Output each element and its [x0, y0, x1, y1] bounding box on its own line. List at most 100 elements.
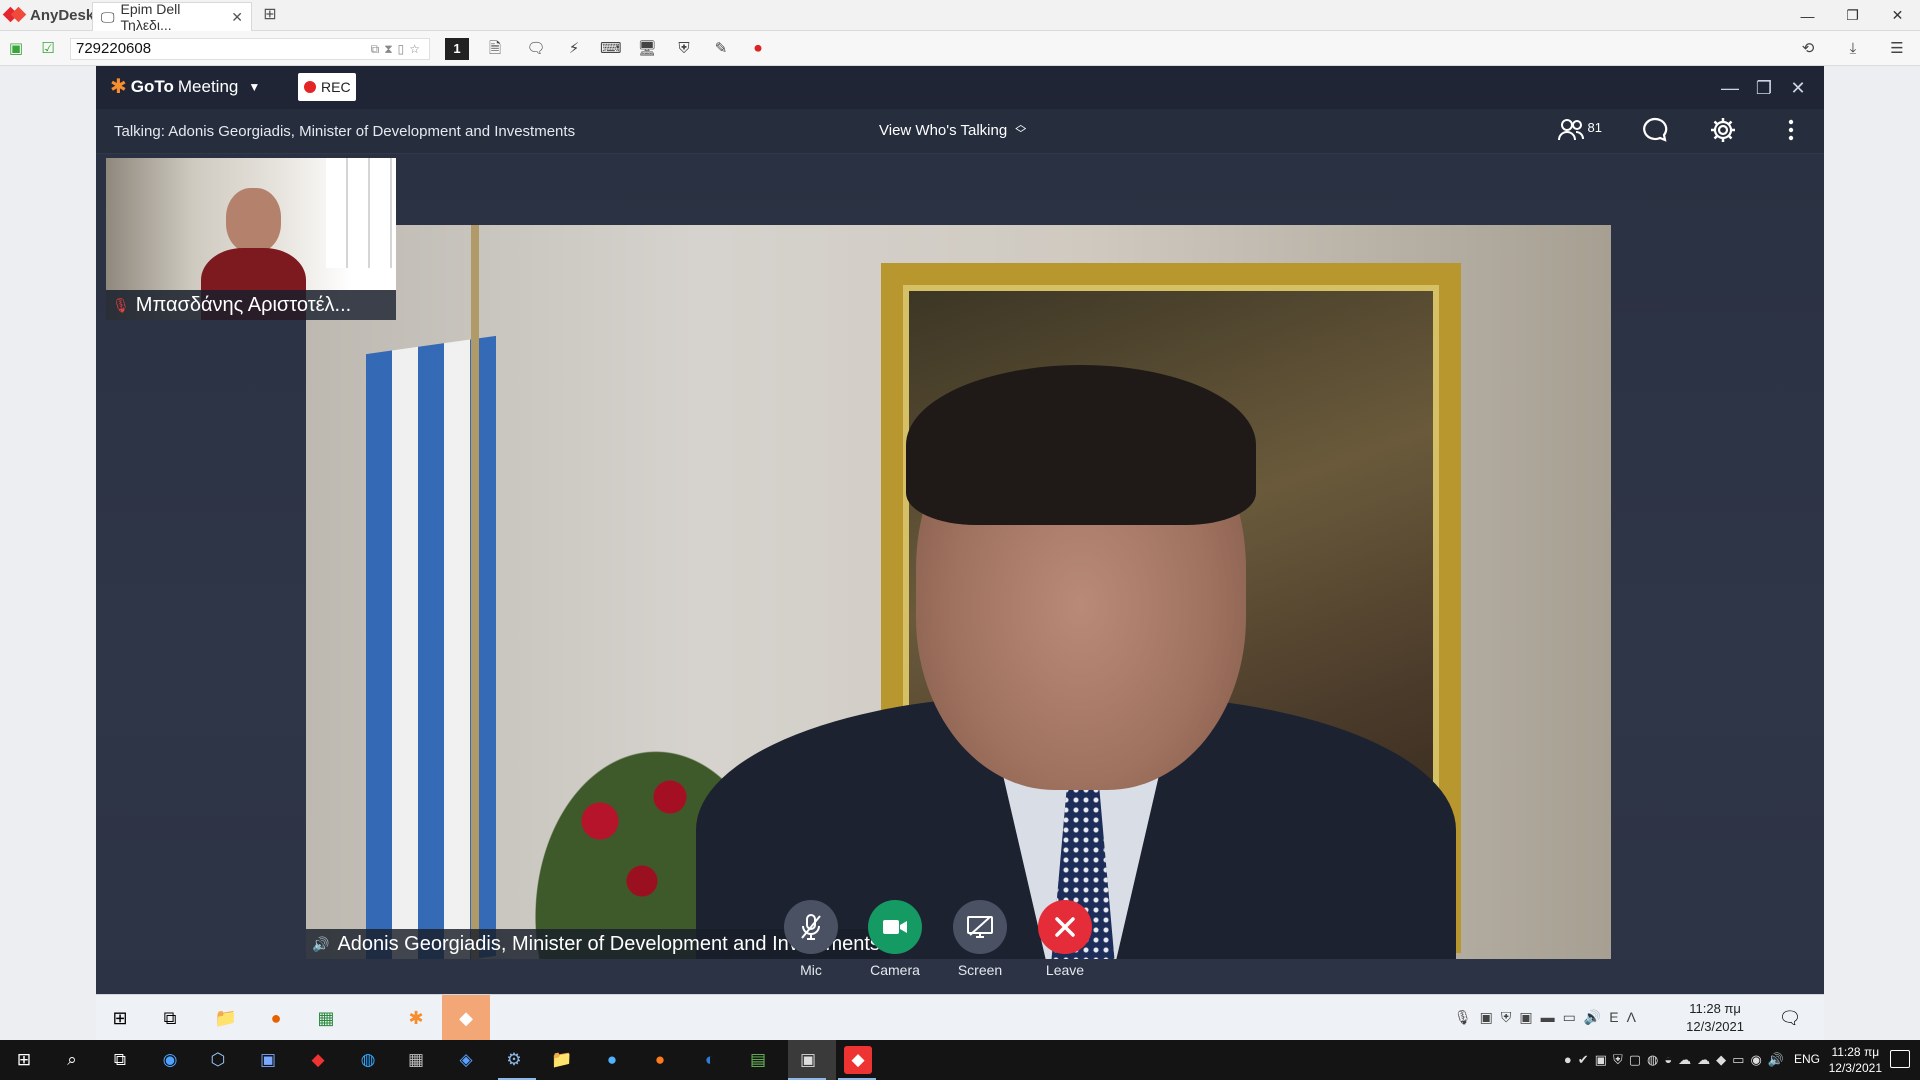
- main-speaker-video[interactable]: 🔊 Adonis Georgiadis, Minister of Develop…: [306, 225, 1611, 959]
- attendees-button[interactable]: 81: [1557, 118, 1602, 142]
- anydesk-logo: AnyDesk: [4, 4, 94, 26]
- system-tray: ●✔▣⛨▢◍◒☁☁◆▭◉🔊: [1563, 1052, 1790, 1067]
- anydesk-pinned-icon[interactable]: ◆: [304, 1046, 332, 1074]
- notification-center-icon[interactable]: [1890, 1050, 1910, 1068]
- muted-mic-icon: 🎙: [112, 296, 130, 313]
- app-icon-7[interactable]: ◐: [696, 1046, 724, 1074]
- thumbnail-name: Μπασδάνης Αριστοτέλ...: [135, 293, 352, 316]
- anydesk-running-icon[interactable]: ◆: [844, 1046, 872, 1074]
- address-actions: ⧉⧗▯☆: [370, 42, 425, 56]
- system-time: 11:28 πμ: [1831, 1045, 1880, 1059]
- window-controls: — ❐ ✕: [1785, 0, 1920, 31]
- record-session-icon[interactable]: ⏺: [748, 39, 768, 59]
- gtm-window-controls: — ❐ ✕: [1716, 74, 1812, 102]
- history-icon[interactable]: ⟲: [1798, 39, 1818, 59]
- remote-firefox-icon[interactable]: ●: [262, 1004, 290, 1032]
- screen-label: Screen: [957, 962, 1003, 978]
- edge-icon[interactable]: ◍: [354, 1046, 382, 1074]
- participant-thumbnail[interactable]: 🎙 Μπασδάνης Αριστοτέλ...: [106, 158, 396, 320]
- restore-icon[interactable]: ❐: [1830, 0, 1875, 31]
- rec-label: REC: [321, 79, 351, 95]
- view-mode-label: View Who's Talking: [879, 121, 1008, 139]
- gear-icon[interactable]: [1708, 115, 1738, 145]
- video-stage: 🔊 Adonis Georgiadis, Minister of Develop…: [96, 154, 1824, 994]
- leave-label: Leave: [1045, 962, 1085, 978]
- record-dot-icon: [304, 81, 316, 93]
- camera-button[interactable]: Camera: [860, 900, 930, 978]
- remote-task-view-icon[interactable]: ⧉: [156, 1004, 184, 1032]
- firefox-icon[interactable]: ●: [646, 1046, 674, 1074]
- remote-start-icon[interactable]: ⊞: [106, 1004, 134, 1032]
- system-clock[interactable]: 11:28 πμ 12/3/2021: [1829, 1044, 1882, 1076]
- address-value: 729220608: [76, 40, 152, 57]
- language-indicator[interactable]: ENG: [1794, 1052, 1820, 1066]
- thumbnail-name-tag: 🎙 Μπασδάνης Αριστοτέλ...: [106, 290, 396, 320]
- verified-icon: ☑: [41, 40, 55, 57]
- mic-off-icon: [784, 900, 838, 954]
- remote-system-tray: 🎙▣⛨▣▬▭🔊ΕΛ: [1453, 1009, 1644, 1025]
- gtm-close-icon[interactable]: ✕: [1784, 74, 1812, 102]
- anydesk-session-tab[interactable]: 🖵 Epim Dell Τηλεδι... ✕: [92, 1, 252, 33]
- menu-icon[interactable]: ☰: [1887, 39, 1907, 59]
- new-tab-icon[interactable]: ⊞: [260, 5, 280, 25]
- meeting-controls: Mic Camera Screen Leave: [96, 900, 1824, 994]
- anydesk-logo-icon: [4, 5, 24, 25]
- explorer-icon[interactable]: 📁: [548, 1046, 576, 1074]
- file-transfer-icon[interactable]: 🗎: [485, 39, 505, 59]
- mic-label: Mic: [800, 962, 822, 978]
- remote-spreadsheet-icon[interactable]: ▦: [312, 1004, 340, 1032]
- search-icon[interactable]: ⌕: [58, 1046, 86, 1074]
- calculator-icon[interactable]: ▦: [402, 1046, 430, 1074]
- camera-label: Camera: [870, 962, 920, 978]
- gtm-minimize-icon[interactable]: —: [1716, 74, 1744, 102]
- gtm-logo[interactable]: ✱ GoTo Meeting ▼: [110, 77, 260, 97]
- camera-icon: [868, 900, 922, 954]
- app-icon-5[interactable]: ⚙: [500, 1046, 528, 1074]
- gtm-restore-icon[interactable]: ❐: [1750, 74, 1778, 102]
- actions-icon[interactable]: ⚡: [564, 39, 584, 59]
- remote-anydesk-icon[interactable]: ◆: [452, 1004, 480, 1032]
- keyboard-icon[interactable]: ⌨: [600, 39, 622, 59]
- minimize-icon[interactable]: —: [1785, 0, 1830, 31]
- permissions-icon[interactable]: ⛨: [674, 39, 694, 59]
- chat-icon[interactable]: 🗨: [526, 39, 546, 59]
- remote-taskbar: ⊞ ⧉ 📁 ● ▦ ✱ ◆ 🎙▣⛨▣▬▭🔊ΕΛ 11:28 πμ 12/3/20…: [96, 994, 1824, 1041]
- close-icon[interactable]: ✕: [1875, 0, 1920, 31]
- windows-start-icon[interactable]: ⊞: [10, 1046, 38, 1074]
- screen-share-button[interactable]: Screen: [945, 900, 1015, 978]
- remote-date: 12/3/2021: [1686, 1019, 1744, 1034]
- talking-indicator: Talking: Adonis Georgiadis, Minister of …: [114, 123, 576, 140]
- chat-bubble-icon[interactable]: [1640, 115, 1670, 145]
- session-number-button[interactable]: 1: [445, 38, 469, 60]
- app-icon-3[interactable]: ▣: [254, 1046, 282, 1074]
- anydesk-tab-bar: AnyDesk 🖵 Epim Dell Τηλεδι... ✕ ⊞ — ❐ ✕: [0, 0, 1920, 33]
- leave-button[interactable]: Leave: [1030, 900, 1100, 978]
- app-icon-4[interactable]: ◈: [452, 1046, 480, 1074]
- remote-clock[interactable]: 11:28 πμ 12/3/2021: [1686, 1000, 1744, 1036]
- connection-status-icon: ▣: [8, 40, 24, 57]
- address-field[interactable]: 729220608 ⧉⧗▯☆: [70, 38, 430, 60]
- display-icon[interactable]: 🖥: [637, 39, 657, 59]
- more-vertical-icon[interactable]: [1776, 115, 1806, 145]
- remote-gotomeeting-icon[interactable]: ✱: [402, 1004, 430, 1032]
- download-icon[interactable]: ⤓: [1843, 39, 1863, 59]
- speaker-hair: [906, 365, 1256, 525]
- task-view-icon[interactable]: ⧉: [106, 1046, 134, 1074]
- gtm-top-icons: 81: [1557, 115, 1806, 145]
- system-date: 12/3/2021: [1828, 1061, 1882, 1075]
- remote-explorer-icon[interactable]: 📁: [212, 1004, 240, 1032]
- app-icon-6[interactable]: ●: [598, 1046, 626, 1074]
- app-icon-1[interactable]: ◉: [156, 1046, 184, 1074]
- app-icon-8[interactable]: ▣: [794, 1046, 822, 1074]
- app-icon-2[interactable]: ⬡: [204, 1046, 232, 1074]
- view-mode-selector[interactable]: View Who's Talking ︿ ﹀: [879, 120, 1026, 140]
- tab-label: Epim Dell Τηλεδι...: [120, 1, 181, 33]
- mic-button[interactable]: Mic: [776, 900, 846, 978]
- remote-notification-icon[interactable]: 🗨: [1776, 1004, 1804, 1032]
- whiteboard-icon[interactable]: ✎: [711, 39, 731, 59]
- flag-pole: [471, 225, 479, 959]
- notepad-icon[interactable]: ▤: [744, 1046, 772, 1074]
- gtm-logo-meeting: Meeting: [177, 77, 239, 96]
- recording-badge[interactable]: REC: [298, 73, 356, 101]
- tab-close-icon[interactable]: ✕: [231, 9, 243, 26]
